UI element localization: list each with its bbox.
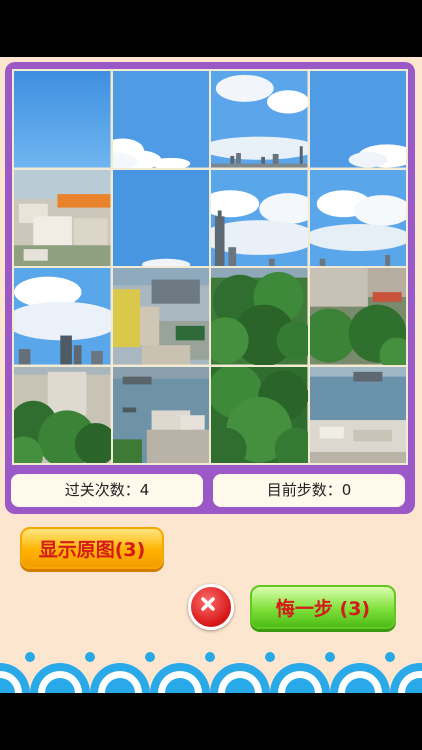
- puzzle-tile[interactable]: [112, 366, 209, 463]
- levels-cleared-counter: 过关次数：4: [11, 474, 203, 507]
- puzzle-tile[interactable]: [211, 169, 308, 266]
- puzzle-tile[interactable]: [309, 366, 406, 463]
- puzzle-tile[interactable]: [112, 169, 209, 266]
- puzzle-tile[interactable]: [14, 366, 111, 463]
- puzzle-tile[interactable]: [211, 366, 308, 463]
- game-screen: 过关次数：4 目前步数：0 显示原图(3) 悔一步 (3): [0, 57, 422, 693]
- undo-button[interactable]: 悔一步 (3): [250, 585, 396, 629]
- current-steps-counter: 目前步数：0: [213, 474, 405, 507]
- puzzle-tile[interactable]: [211, 268, 308, 365]
- show-original-button[interactable]: 显示原图(3): [20, 527, 164, 569]
- close-button[interactable]: [188, 584, 234, 630]
- puzzle-grid: [12, 69, 408, 465]
- puzzle-board-frame: 过关次数：4 目前步数：0: [5, 62, 415, 514]
- puzzle-tile[interactable]: [14, 71, 111, 168]
- puzzle-tile[interactable]: [112, 268, 209, 365]
- puzzle-tile[interactable]: [309, 169, 406, 266]
- puzzle-tile[interactable]: [309, 268, 406, 365]
- puzzle-tile[interactable]: [14, 169, 111, 266]
- puzzle-tile[interactable]: [112, 71, 209, 168]
- close-icon: [201, 597, 215, 611]
- puzzle-tile[interactable]: [14, 268, 111, 365]
- wave-decoration: [0, 649, 422, 693]
- puzzle-tile[interactable]: [211, 71, 308, 168]
- puzzle-tile[interactable]: [309, 71, 406, 168]
